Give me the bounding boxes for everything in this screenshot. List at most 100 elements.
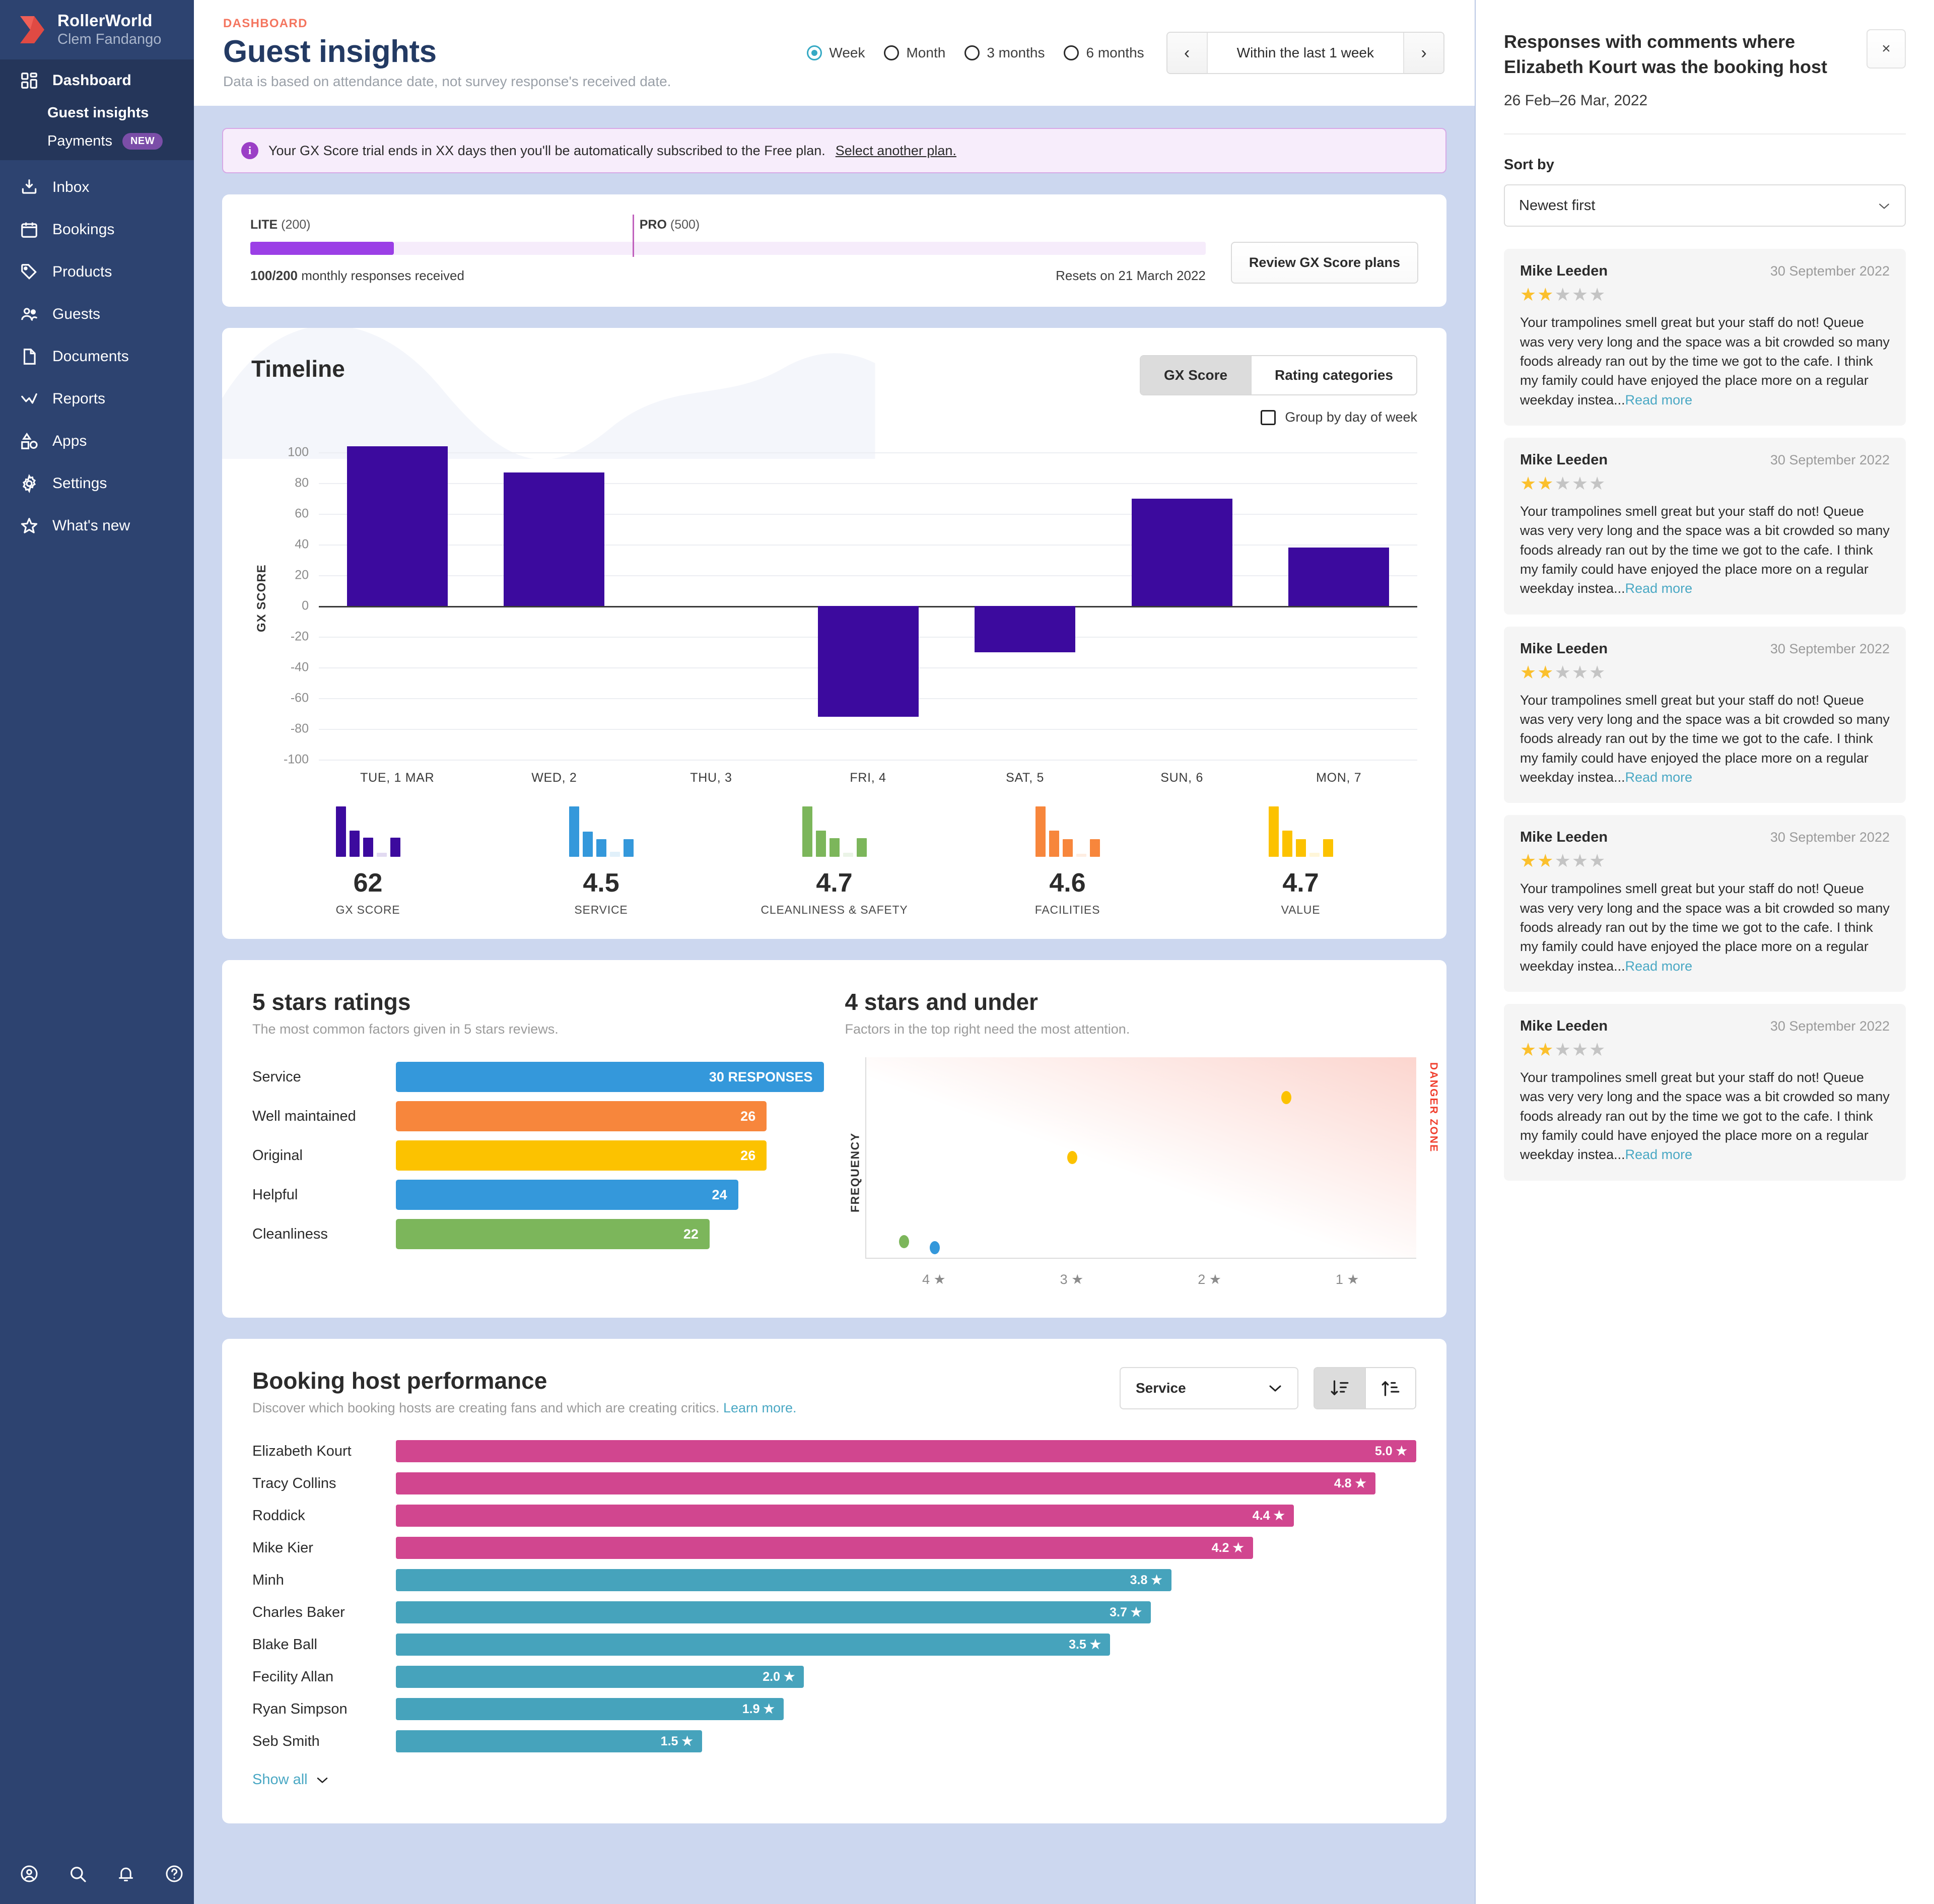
sidebar-item-dashboard[interactable]: Dashboard	[0, 62, 194, 99]
category-stats-row: 62 GX SCORE 4.5 SERVICE 4.7 CLEANLINESS & SAF…	[251, 806, 1417, 917]
rating-factor-row: Helpful 24	[252, 1175, 824, 1214]
host-bar[interactable]: 4.2 ★	[396, 1537, 1253, 1559]
content-scroll[interactable]: i Your GX Score trial ends in XX days th…	[194, 106, 1475, 1904]
learn-more-link[interactable]: Learn more.	[723, 1400, 797, 1415]
sparkline-bar	[1282, 831, 1292, 857]
scatter-y-axis-title: FREQUENCY	[848, 1132, 861, 1212]
help-icon[interactable]	[164, 1864, 184, 1884]
read-more-link[interactable]: Read more	[1625, 392, 1693, 407]
bell-icon[interactable]	[116, 1864, 136, 1884]
chart-bar[interactable]	[347, 446, 448, 606]
scatter-point[interactable]	[930, 1241, 940, 1255]
sidebar-item-label: Guests	[52, 306, 101, 322]
radio-dot	[964, 45, 980, 60]
sidebar-item-documents[interactable]: Documents	[0, 335, 194, 378]
sidebar-item-guest-insights[interactable]: Guest insights	[0, 99, 194, 127]
host-row: Ryan Simpson 1.9 ★	[252, 1693, 1416, 1725]
host-bar[interactable]: 2.0 ★	[396, 1666, 804, 1688]
sparkline-bar	[1089, 839, 1100, 857]
sparkline-bar	[843, 853, 853, 857]
range-option-month[interactable]: Month	[884, 45, 945, 61]
read-more-link[interactable]: Read more	[1625, 1147, 1693, 1162]
read-more-link[interactable]: Read more	[1625, 959, 1693, 974]
chart-bar[interactable]	[975, 606, 1076, 652]
host-bar[interactable]: 3.8 ★	[396, 1569, 1171, 1591]
select-another-plan-link[interactable]: Select another plan.	[836, 143, 956, 159]
host-row: Charles Baker 3.7 ★	[252, 1596, 1416, 1628]
rating-factor-bar[interactable]: 30 RESPONSES	[396, 1062, 824, 1092]
sidebar-item-whats-new[interactable]: What's new	[0, 505, 194, 547]
host-bar[interactable]: 4.8 ★	[396, 1472, 1375, 1494]
host-bar[interactable]: 4.4 ★	[396, 1505, 1294, 1527]
response-card: Mike Leeden 30 September 2022 ★★★★★ Your tr…	[1504, 815, 1906, 992]
account-icon[interactable]	[19, 1864, 39, 1884]
range-option-3-months[interactable]: 3 months	[964, 45, 1045, 61]
chart-bar-column	[790, 437, 947, 760]
close-icon[interactable]: ×	[1867, 29, 1906, 69]
category-stat-value: 4.7	[1282, 868, 1319, 898]
host-bar[interactable]: 1.5 ★	[396, 1730, 702, 1752]
scatter-point[interactable]	[1067, 1151, 1078, 1164]
chart-y-tick: 0	[302, 598, 309, 613]
host-bar[interactable]: 3.5 ★	[396, 1634, 1111, 1656]
tab-rating-categories[interactable]: Rating categories	[1251, 356, 1416, 394]
radio-dot	[884, 45, 900, 60]
rating-factor-bar[interactable]: 26	[396, 1140, 767, 1171]
host-bar[interactable]: 1.9 ★	[396, 1698, 784, 1720]
show-all-button[interactable]: Show all	[252, 1772, 329, 1788]
tab-gx-score[interactable]: GX Score	[1140, 356, 1251, 394]
four-star-panel: 4 stars and under Factors in the top rig…	[845, 988, 1440, 1287]
sparkline-bar	[1035, 806, 1046, 857]
sidebar-item-settings[interactable]: Settings	[0, 462, 194, 505]
plan-tier-pro-name: PRO	[639, 218, 667, 232]
sidebar-item-inbox[interactable]: Inbox	[0, 166, 194, 209]
sparkline-bar	[569, 806, 579, 857]
read-more-link[interactable]: Read more	[1625, 770, 1693, 785]
host-bar[interactable]: 3.7 ★	[396, 1601, 1151, 1623]
range-option-6-months[interactable]: 6 months	[1064, 45, 1144, 61]
scatter-point[interactable]	[1281, 1091, 1292, 1104]
response-card: Mike Leeden 30 September 2022 ★★★★★ Your tr…	[1504, 1003, 1906, 1181]
sidebar-item-bookings[interactable]: Bookings	[0, 209, 194, 251]
rating-factor-bar[interactable]: 26	[396, 1101, 767, 1131]
date-range-label[interactable]: Within the last 1 week	[1208, 33, 1403, 73]
sort-by-select[interactable]: Newest first	[1504, 184, 1906, 227]
chart-bar[interactable]	[817, 606, 919, 717]
chart-bar[interactable]	[1131, 498, 1232, 606]
brand[interactable]: RollerWorld Clem Fandango	[0, 0, 194, 59]
sidebar-item-label: Dashboard	[52, 72, 131, 89]
chart-bar-column	[633, 437, 790, 760]
sort-ascending-icon[interactable]	[1365, 1368, 1415, 1408]
scatter-point[interactable]	[899, 1235, 910, 1249]
host-track: 4.8 ★	[396, 1472, 1416, 1494]
chart-bar[interactable]	[1288, 548, 1390, 606]
sort-descending-icon[interactable]	[1315, 1368, 1365, 1408]
sidebar-item-products[interactable]: Products	[0, 251, 194, 293]
sidebar-item-payments[interactable]: Payments NEW	[0, 127, 194, 155]
trial-banner: i Your GX Score trial ends in XX days th…	[222, 128, 1446, 173]
rating-factor-bar[interactable]: 22	[396, 1219, 710, 1249]
host-bar[interactable]: 5.0 ★	[396, 1440, 1416, 1462]
search-icon[interactable]	[67, 1864, 88, 1884]
response-header: Mike Leeden 30 September 2022	[1520, 263, 1890, 280]
read-more-link[interactable]: Read more	[1625, 581, 1693, 596]
sidebar-item-guests[interactable]: Guests	[0, 293, 194, 335]
inbox-icon	[19, 177, 39, 197]
sidebar-item-apps[interactable]: Apps	[0, 420, 194, 462]
chart-x-labels: TUE, 1 MAR WED, 2 THU, 3 FRI, 4 SAT, 5 SUN, 6…	[319, 771, 1417, 785]
prev-period-button[interactable]: ‹	[1167, 33, 1208, 73]
chart-bar[interactable]	[504, 472, 605, 606]
rating-factor-bar[interactable]: 24	[396, 1180, 738, 1210]
star-icon: ★	[1571, 1039, 1590, 1060]
sparkline-bar	[582, 832, 593, 857]
next-period-button[interactable]: ›	[1403, 33, 1443, 73]
review-gx-score-plans-button[interactable]: Review GX Score plans	[1230, 242, 1418, 284]
host-subtitle-text: Discover which booking hosts are creatin…	[252, 1400, 720, 1415]
plan-responses-value: 100/200	[250, 268, 298, 283]
sidebar-item-reports[interactable]: Reports	[0, 378, 194, 420]
host-metric-select[interactable]: Service	[1120, 1367, 1298, 1409]
sidebar-item-label: Inbox	[52, 179, 90, 195]
range-option-week[interactable]: Week	[807, 45, 865, 61]
group-by-checkbox[interactable]	[1261, 410, 1276, 425]
chart-x-label: FRI, 4	[850, 771, 886, 785]
